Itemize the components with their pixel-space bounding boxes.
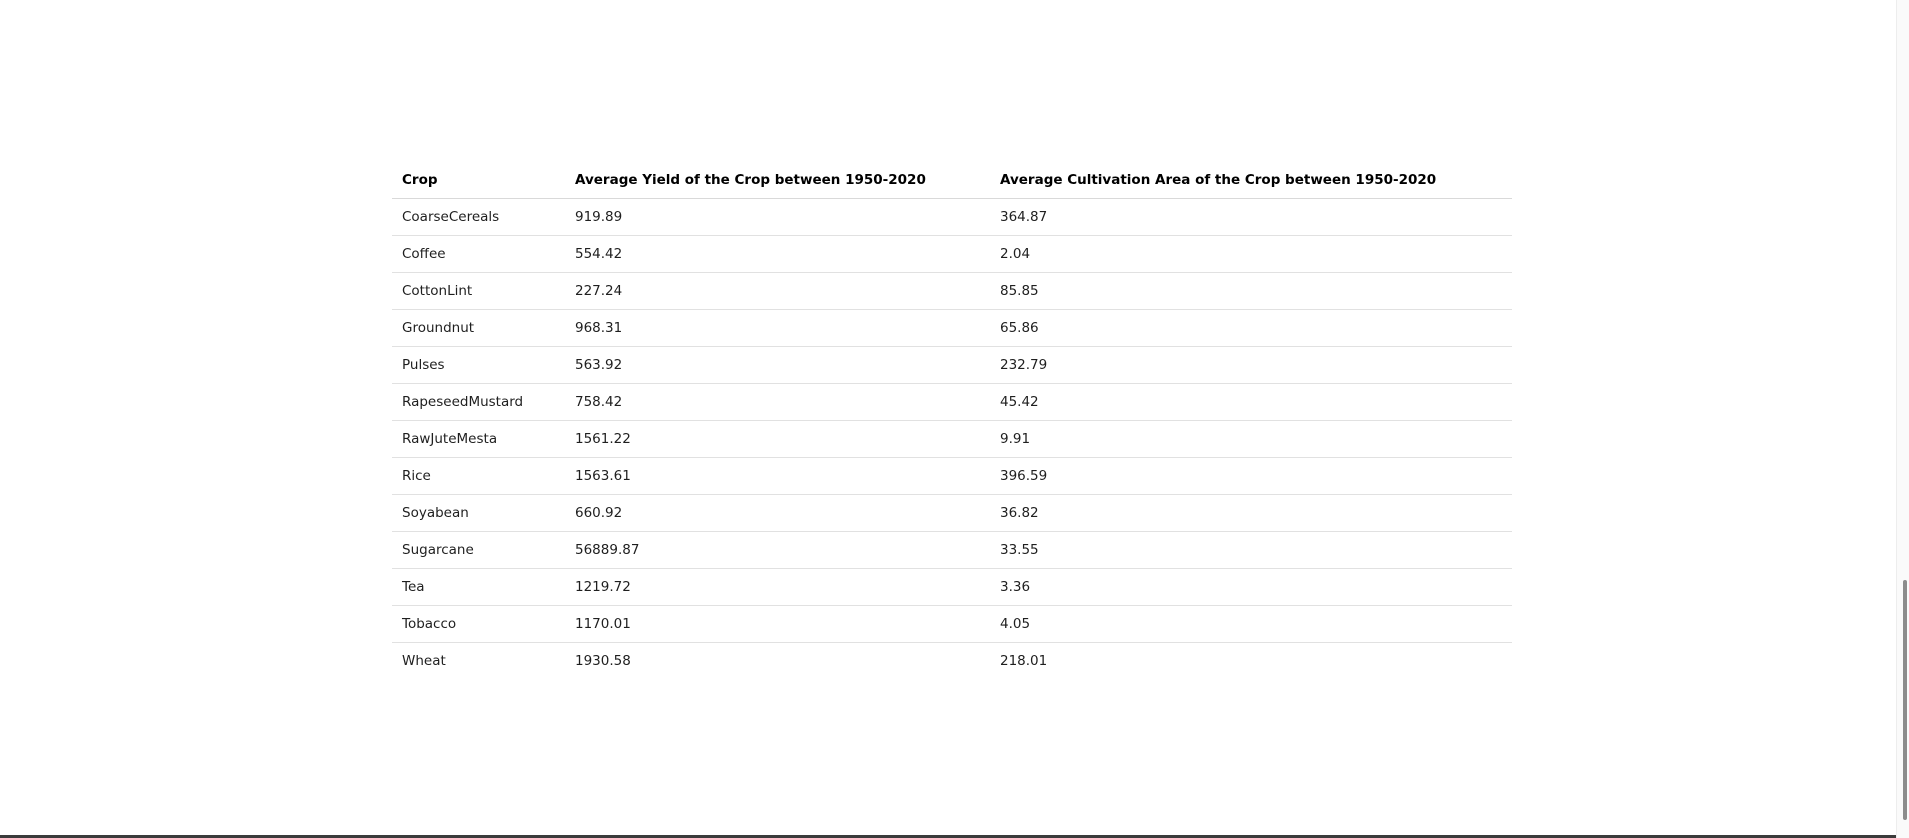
- cell-average-area: 9.91: [990, 420, 1512, 458]
- cell-average-area: 4.05: [990, 605, 1512, 643]
- cell-average-yield: 56889.87: [565, 531, 990, 569]
- cell-average-area: 45.42: [990, 383, 1512, 421]
- cell-average-yield: 1170.01: [565, 605, 990, 643]
- table-header-row: Crop Average Yield of the Crop between 1…: [392, 161, 1512, 199]
- cell-average-area: 65.86: [990, 309, 1512, 347]
- cell-crop: Tea: [392, 568, 565, 606]
- crop-table-container: Crop Average Yield of the Crop between 1…: [392, 161, 1512, 679]
- table-row: Soyabean 660.92 36.82: [392, 494, 1512, 532]
- cell-crop: Sugarcane: [392, 531, 565, 569]
- cell-crop: Coffee: [392, 235, 565, 273]
- table-row: CottonLint 227.24 85.85: [392, 272, 1512, 310]
- column-header-crop[interactable]: Crop: [392, 161, 565, 199]
- cell-average-area: 232.79: [990, 346, 1512, 384]
- cell-average-area: 2.04: [990, 235, 1512, 273]
- cell-crop: Wheat: [402, 653, 446, 669]
- cell-average-area: 364.87: [990, 198, 1512, 236]
- table-row: Rice 1563.61 396.59: [392, 457, 1512, 495]
- cell-average-yield: 968.31: [565, 309, 990, 347]
- table-row: Wheat 1930.58 218.01: [392, 643, 1512, 680]
- table-row: Tea 1219.72 3.36: [392, 568, 1512, 606]
- cell-average-area: 218.01: [1000, 653, 1048, 669]
- cell-average-yield: 227.24: [565, 272, 990, 310]
- cell-average-yield: 1561.22: [565, 420, 990, 458]
- scrollbar-thumb[interactable]: [1903, 580, 1907, 820]
- column-header-average-cultivation-area[interactable]: Average Cultivation Area of the Crop bet…: [990, 161, 1512, 199]
- cell-average-yield: 554.42: [565, 235, 990, 273]
- table-row: RapeseedMustard 758.42 45.42: [392, 383, 1512, 421]
- column-header-average-yield[interactable]: Average Yield of the Crop between 1950-2…: [565, 161, 990, 199]
- table-row: CoarseCereals 919.89 364.87: [392, 198, 1512, 236]
- cell-crop: CottonLint: [392, 272, 565, 310]
- cell-average-area: 36.82: [990, 494, 1512, 532]
- cell-crop: RapeseedMustard: [392, 383, 565, 421]
- cell-average-yield: 919.89: [565, 198, 990, 236]
- cell-crop: CoarseCereals: [392, 198, 565, 236]
- table-row: Pulses 563.92 232.79: [392, 346, 1512, 384]
- cell-average-area: 3.36: [990, 568, 1512, 606]
- table-row: Groundnut 968.31 65.86: [392, 309, 1512, 347]
- cell-average-yield: 758.42: [565, 383, 990, 421]
- cell-average-yield: 563.92: [565, 346, 990, 384]
- cell-average-area: 85.85: [990, 272, 1512, 310]
- crop-table: Crop Average Yield of the Crop between 1…: [392, 161, 1512, 679]
- cell-average-yield: 1563.61: [565, 457, 990, 495]
- table-row: Coffee 554.42 2.04: [392, 235, 1512, 273]
- cell-crop: Soyabean: [392, 494, 565, 532]
- cell-crop: Pulses: [392, 346, 565, 384]
- cell-crop: RawJuteMesta: [392, 420, 565, 458]
- cell-crop: Tobacco: [392, 605, 565, 643]
- cell-crop: Groundnut: [392, 309, 565, 347]
- table-row: RawJuteMesta 1561.22 9.91: [392, 420, 1512, 458]
- table-row: Sugarcane 56889.87 33.55: [392, 531, 1512, 569]
- table-row: Tobacco 1170.01 4.05: [392, 605, 1512, 643]
- cell-average-yield: 660.92: [565, 494, 990, 532]
- cell-average-area: 33.55: [990, 531, 1512, 569]
- cell-average-yield: 1219.72: [565, 568, 990, 606]
- cell-crop: Rice: [392, 457, 565, 495]
- cell-average-yield: 1930.58: [575, 653, 631, 669]
- page: Crop Average Yield of the Crop between 1…: [0, 0, 1909, 838]
- cell-average-area: 396.59: [990, 457, 1512, 495]
